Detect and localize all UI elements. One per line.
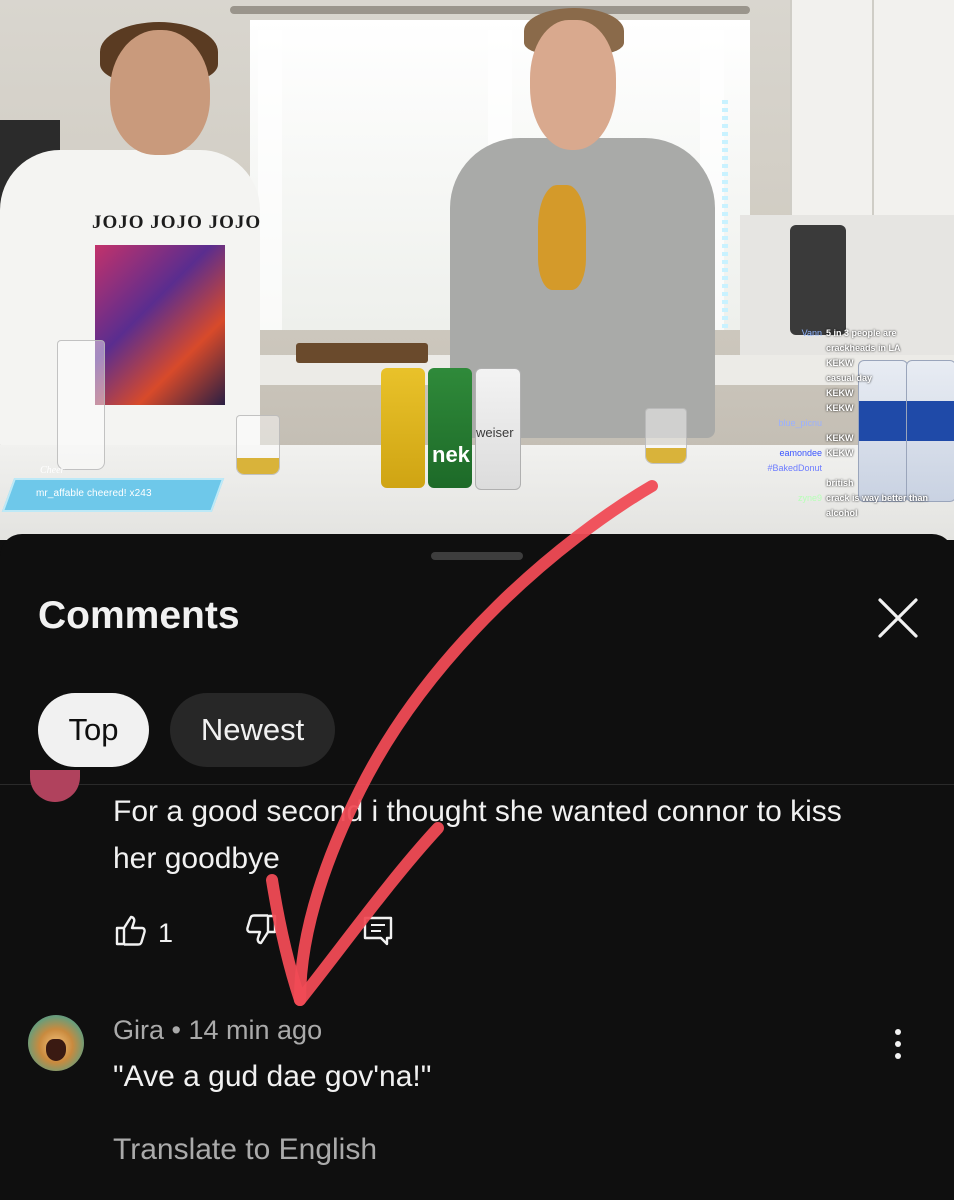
beer-glass <box>236 415 280 475</box>
chat-message: crackheads in LA <box>740 341 950 356</box>
can-label: nek <box>432 442 470 467</box>
chat-message: #BakedDonut <box>740 461 950 476</box>
chat-text: crack is way better than <box>826 493 929 503</box>
video-player[interactable]: JOJO JOJO JOJO nek weiser Cheer mr_affab… <box>0 0 954 540</box>
beer-can-white: weiser <box>475 368 521 490</box>
dislike-button[interactable] <box>243 912 283 952</box>
chat-text: british <box>826 478 854 488</box>
comment-text: "Ave a gud dae gov'na!" <box>113 1060 432 1093</box>
chat-username: blue_picnu <box>778 418 822 428</box>
like-count: 1 <box>158 918 174 948</box>
curtain <box>258 30 282 330</box>
chat-message: zyne9 crack is way better than <box>740 491 950 506</box>
chat-message: KEKW <box>740 356 950 371</box>
thumbs-down-icon <box>246 914 277 945</box>
reply-icon <box>363 916 393 946</box>
shirt-text: JOJO JOJO JOJO <box>92 212 262 233</box>
person-left-shirt-print <box>95 245 225 405</box>
chat-text: 5 in 3 people are <box>826 328 897 338</box>
curtain-rail <box>230 6 750 14</box>
cheer-alert: mr_affable cheered! x243 <box>1 478 225 512</box>
chat-message: KEKW <box>740 431 950 446</box>
thumbs-up-icon <box>115 915 146 946</box>
chat-message: KEKW <box>740 401 950 416</box>
chat-text: casual day <box>826 373 873 383</box>
chat-username: zyne9 <box>797 493 822 503</box>
kebab-menu-icon <box>895 1029 901 1059</box>
chat-message: british <box>740 476 950 491</box>
chat-text: alcohol <box>826 508 858 518</box>
chat-username: #BakedDonut <box>767 463 822 473</box>
chat-username: Vann <box>801 328 822 338</box>
chat-message: KEKW <box>740 386 950 401</box>
person-right-shirt-print <box>538 185 586 290</box>
chip-top[interactable]: Top <box>38 693 149 767</box>
chat-message: alcohol <box>740 506 950 521</box>
divider <box>0 784 954 785</box>
reply-button[interactable] <box>360 912 400 952</box>
chat-text: KEKW <box>826 433 854 443</box>
cheer-text: mr_affable cheered! x243 <box>36 488 152 499</box>
translate-link[interactable]: Translate to English <box>113 1133 377 1167</box>
chat-message: blue_picnu <box>740 416 950 431</box>
chip-newest[interactable]: Newest <box>170 693 335 767</box>
meta-separator: • <box>171 1015 181 1045</box>
water-glass <box>57 340 105 470</box>
chat-text: KEKW <box>826 388 854 398</box>
chat-message: eamondee KEKW <box>740 446 950 461</box>
blender <box>790 225 846 335</box>
beer-can-yellow <box>381 368 425 488</box>
cabinet-divider <box>872 0 874 215</box>
chat-username: eamondee <box>779 448 822 458</box>
comment-author[interactable]: Gira <box>113 1015 164 1045</box>
chat-text: KEKW <box>826 358 854 368</box>
chat-text: crackheads in LA <box>826 343 901 353</box>
person-right-head <box>530 20 616 150</box>
can-label: weiser <box>476 425 514 440</box>
chat-text: KEKW <box>826 448 854 458</box>
tray <box>296 343 428 363</box>
more-options-button[interactable] <box>880 1022 916 1066</box>
chat-text: KEKW <box>826 403 854 413</box>
comments-title: Comments <box>38 594 240 637</box>
chat-message: casual day <box>740 371 950 386</box>
close-button[interactable] <box>868 592 928 646</box>
chat-message: Vann 5 in 3 people are <box>740 326 950 341</box>
like-button[interactable] <box>113 912 153 952</box>
person-left-head <box>110 30 210 155</box>
beer-glass <box>645 408 687 464</box>
avatar[interactable] <box>28 1015 84 1071</box>
comment-meta: Gira • 14 min ago <box>113 1015 322 1046</box>
comment-text: For a good second i thought she wanted c… <box>113 795 842 875</box>
beer-can-green: nek <box>428 368 472 488</box>
cheer-tag: Cheer <box>40 465 65 476</box>
led-strip <box>722 100 728 330</box>
close-icon <box>878 598 918 638</box>
comment-time: 14 min ago <box>188 1015 323 1045</box>
drag-handle[interactable] <box>431 552 523 560</box>
stream-chat: Vann 5 in 3 people are crackheads in LA KEK… <box>740 326 950 521</box>
